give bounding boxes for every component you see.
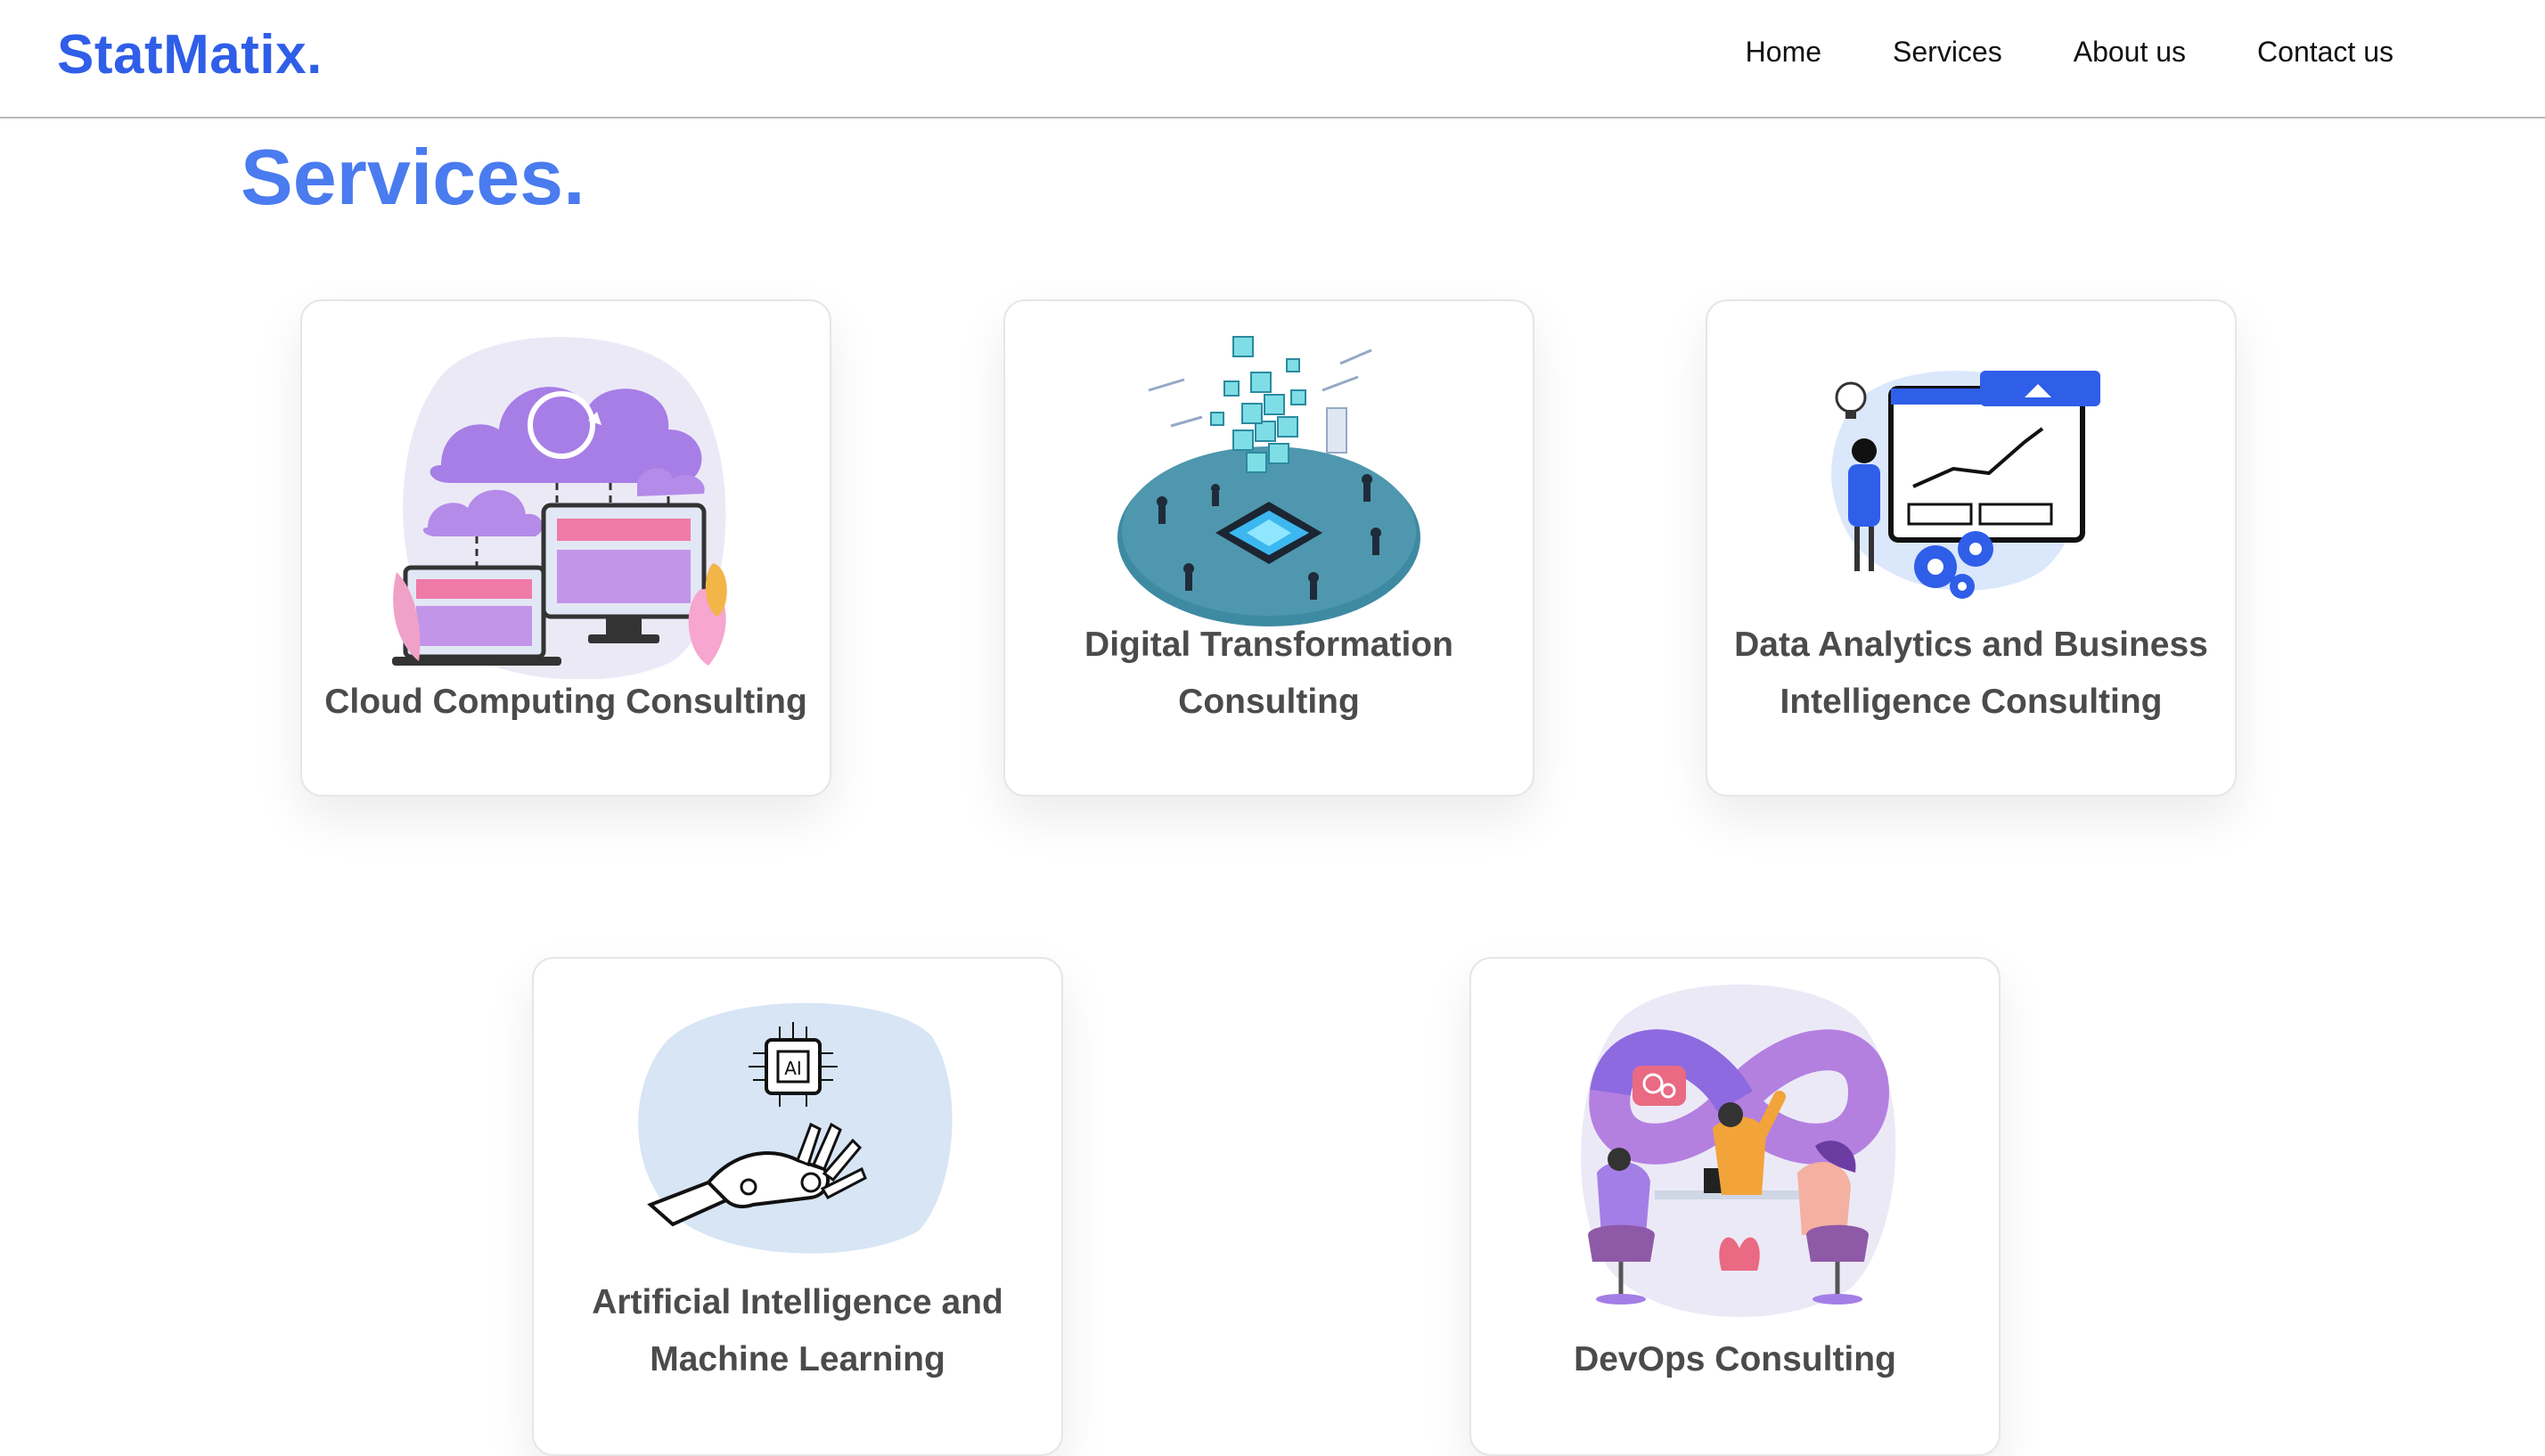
brand-logo[interactable]: StatMatix.	[57, 23, 323, 86]
nav-services[interactable]: Services	[1893, 36, 2002, 69]
nav-home[interactable]: Home	[1746, 36, 1821, 69]
ai-robot-hand-illustration: AI	[638, 1002, 953, 1254]
service-card-digital-transformation[interactable]: Digital Transformation Consulting	[1003, 299, 1534, 797]
digital-transformation-illustration	[1117, 336, 1420, 626]
service-title: Data Analytics and Business Intelligence…	[1734, 626, 2208, 721]
service-card-cloud-computing[interactable]: Cloud Computing Consulting	[300, 299, 831, 797]
service-title: Digital Transformation Consulting	[1084, 626, 1453, 721]
nav-about[interactable]: About us	[2074, 36, 2186, 69]
nav-contact[interactable]: Contact us	[2257, 36, 2394, 69]
top-navbar: StatMatix. Home Services About us Contac…	[0, 0, 2545, 119]
svg-text:AI: AI	[784, 1058, 802, 1079]
page-title: Services.	[241, 133, 585, 221]
service-title: Artificial Intelligence and Machine Lear…	[592, 1283, 1003, 1378]
data-analytics-illustration	[1831, 371, 2100, 599]
service-title: Cloud Computing Consulting	[324, 683, 807, 721]
service-title: DevOps Consulting	[1574, 1340, 1896, 1378]
devops-infinity-illustration	[1581, 984, 1896, 1318]
service-card-ai-ml[interactable]: AI Artificial Intelligence and Machine L…	[532, 957, 1063, 1456]
main-nav: Home Services About us Contact us	[1746, 36, 2394, 69]
service-card-devops[interactable]: DevOps Consulting	[1469, 957, 2001, 1456]
cloud-computing-illustration	[392, 337, 727, 679]
service-card-data-analytics[interactable]: Data Analytics and Business Intelligence…	[1706, 299, 2237, 797]
